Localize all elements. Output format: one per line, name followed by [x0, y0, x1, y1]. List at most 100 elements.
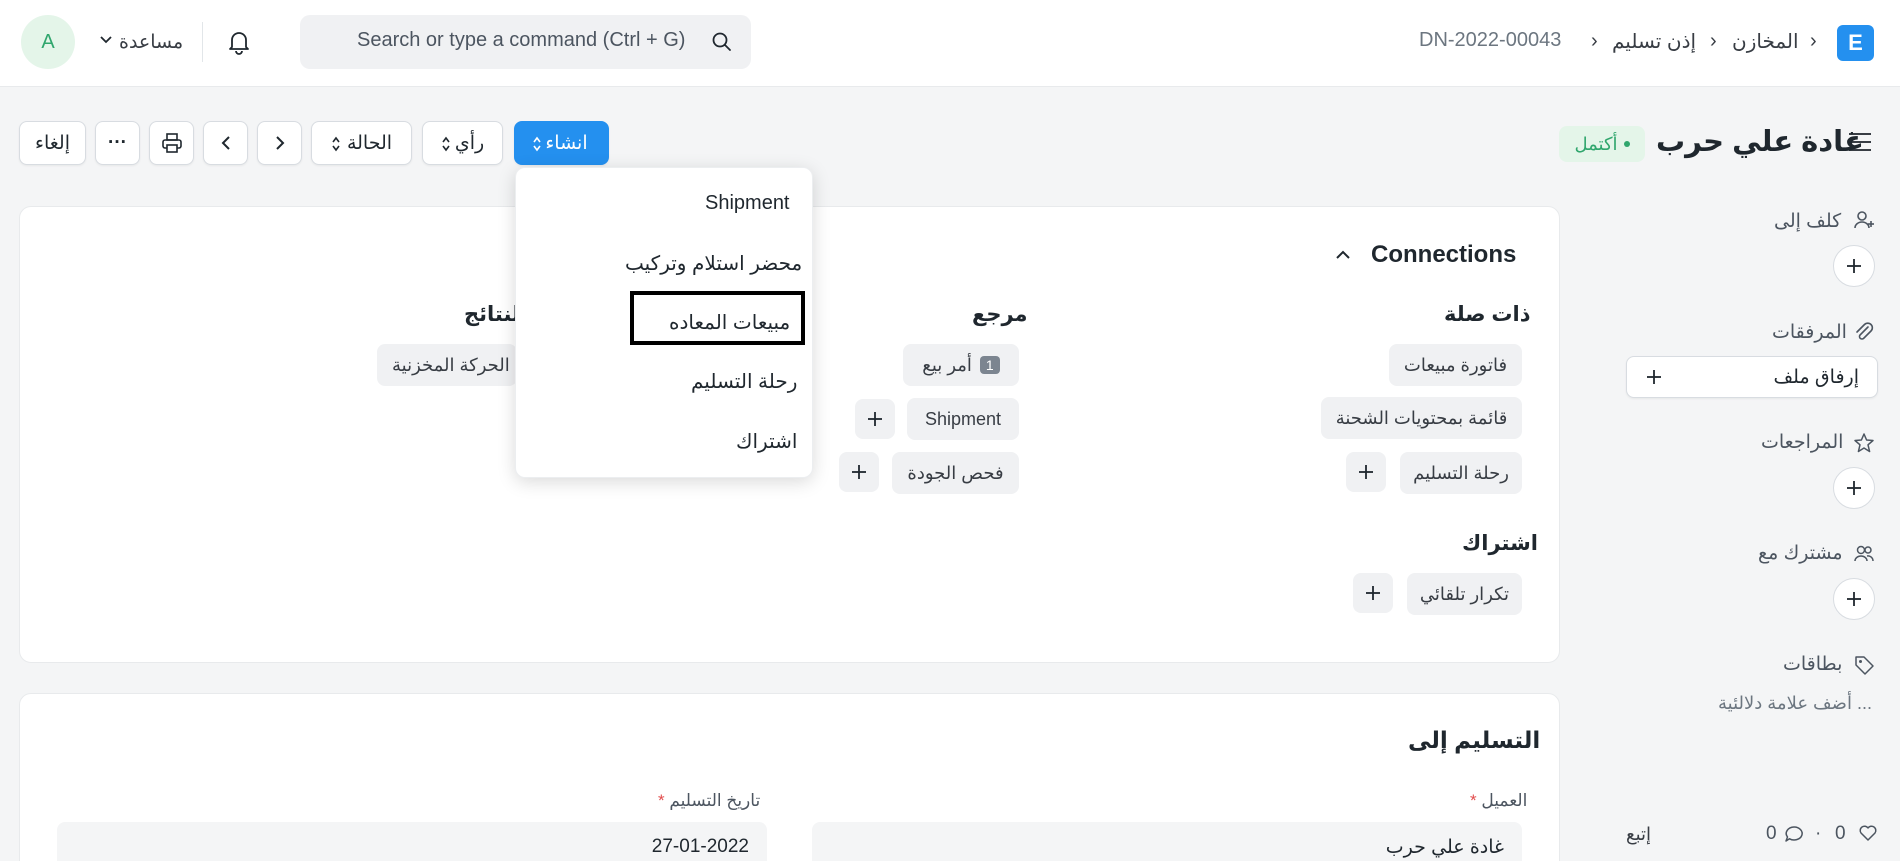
chevron-left-icon — [219, 134, 233, 152]
search-input[interactable]: Search or type a command (Ctrl + G) — [357, 29, 685, 52]
delivery-section-title: التسليم إلى — [1408, 727, 1541, 753]
customer-field-label: * العميل — [1470, 791, 1527, 811]
add-tag-input[interactable]: أضف علامة دلالئية ... — [1718, 693, 1872, 714]
paperclip-icon — [1853, 321, 1875, 343]
follow-link[interactable]: إتبع — [1626, 824, 1651, 845]
customer-field[interactable]: غادة علي حرب — [812, 822, 1522, 861]
printer-icon — [161, 132, 183, 154]
comments-count: 0 — [1766, 823, 1777, 844]
print-button[interactable] — [149, 121, 194, 165]
chevron-down-icon — [99, 33, 113, 47]
status-badge: أكتمل — [1559, 126, 1645, 162]
results-item-stock-entry[interactable]: الحركة المخزنية — [377, 344, 517, 386]
menu-item-sales-return[interactable]: مبيعات المعاده — [669, 310, 790, 335]
breadcrumb-item-current[interactable]: DN-2022-00043 — [1419, 29, 1561, 52]
subscription-group-title: اشتراك — [1462, 532, 1538, 555]
separator-dot: · — [1815, 823, 1822, 844]
reviews-label: المراجعات — [1761, 432, 1844, 453]
heart-icon[interactable] — [1858, 824, 1878, 842]
cancel-button-label: إلغاء — [35, 132, 70, 154]
add-review-button[interactable] — [1833, 467, 1875, 509]
reference-item-quality-inspection[interactable]: فحص الجودة — [892, 452, 1019, 494]
plus-icon — [1845, 479, 1863, 497]
chip-label: Shipment — [924, 408, 1002, 429]
menu-item-shipment[interactable]: Shipment — [705, 192, 790, 215]
cancel-button[interactable]: إلغاء — [19, 121, 86, 165]
create-button[interactable]: انشاء — [514, 121, 609, 165]
breadcrumb-separator-icon: › — [1591, 30, 1598, 52]
chip-label: تكرار تلقائي — [1419, 583, 1510, 604]
app-logo[interactable]: E — [1837, 25, 1874, 61]
plus-icon — [1845, 590, 1863, 608]
comment-icon[interactable] — [1784, 825, 1804, 843]
attach-file-button[interactable]: إرفاق ملف — [1626, 356, 1878, 398]
add-quality-inspection-button[interactable] — [839, 452, 879, 492]
navbar: E › المخازن › إذن تسليم › DN-2022-00043 … — [0, 0, 1900, 87]
add-auto-repeat-button[interactable] — [1353, 573, 1393, 613]
users-icon — [1853, 543, 1875, 565]
avatar[interactable]: A — [21, 15, 75, 69]
updown-chevron-icon — [331, 135, 341, 153]
chip-label: رحلة التسليم — [1413, 462, 1509, 483]
assign-to-label: كلف إلى — [1774, 211, 1842, 232]
related-item-packing-slip[interactable]: قائمة بمحتويات الشحنة — [1321, 397, 1522, 439]
customer-label-text: العميل — [1481, 791, 1528, 810]
status-button[interactable]: الحالة — [311, 121, 412, 165]
view-button[interactable]: رأي — [422, 121, 503, 165]
menu-item-delivery-trip[interactable]: رحلة التسليم — [691, 369, 797, 394]
likes-count: 0 — [1835, 823, 1846, 844]
subscription-item-auto-repeat[interactable]: تكرار تلقائي — [1407, 573, 1522, 615]
plus-icon — [1645, 368, 1663, 386]
attachments-label: المرفقات — [1772, 322, 1847, 343]
help-dropdown[interactable]: مساعدة — [119, 31, 183, 54]
search-icon — [711, 31, 733, 53]
updown-chevron-icon — [441, 135, 451, 153]
previous-record-button[interactable] — [203, 121, 248, 165]
chip-label: الحركة المخزنية — [392, 354, 510, 375]
breadcrumb-item-warehouses[interactable]: المخازن — [1732, 29, 1799, 54]
related-item-sales-invoice[interactable]: فاتورة مبيعات — [1389, 344, 1522, 386]
view-button-label: رأي — [454, 132, 485, 154]
create-button-label: انشاء — [545, 132, 588, 154]
status-badge-label: أكتمل — [1574, 133, 1618, 154]
more-icon: ··· — [108, 132, 127, 153]
more-actions-button[interactable]: ··· — [95, 121, 140, 165]
related-item-delivery-trip[interactable]: رحلة التسليم — [1400, 452, 1522, 494]
bell-icon[interactable] — [226, 28, 252, 56]
delivery-date-field-label: * تاريخ التسليم — [658, 791, 760, 811]
count-badge: 1 — [979, 356, 1000, 374]
related-group-title: ذات صلة — [1444, 303, 1531, 326]
plus-icon — [1357, 463, 1375, 481]
chevron-up-icon[interactable] — [1334, 246, 1352, 264]
plus-icon — [850, 463, 868, 481]
assign-to-button[interactable] — [1833, 245, 1875, 287]
breadcrumb-item-delivery-note[interactable]: إذن تسليم — [1612, 29, 1696, 54]
add-shipment-button[interactable] — [855, 399, 895, 439]
connections-title: Connections — [1371, 241, 1517, 268]
add-delivery-trip-button[interactable] — [1346, 452, 1386, 492]
status-button-label: الحالة — [346, 132, 393, 154]
required-mark: * — [658, 791, 665, 810]
chip-label: قائمة بمحتويات الشحنة — [1335, 407, 1508, 428]
add-user-icon — [1853, 209, 1875, 231]
delivery-date-field[interactable]: 27-01-2022 — [57, 822, 767, 861]
chip-label: فاتورة مبيعات — [1403, 354, 1508, 375]
menu-item-subscription[interactable]: اشتراك — [736, 429, 797, 454]
reference-group-title: مرجع — [972, 303, 1028, 326]
chip-label: أمر بيع — [922, 354, 972, 375]
next-record-button[interactable] — [257, 121, 302, 165]
menu-item-installation-note[interactable]: محضر استلام وتركيب — [625, 251, 802, 276]
reference-item-sales-order[interactable]: أمر بيع 1 — [903, 344, 1019, 386]
customer-value: غادة علي حرب — [1385, 836, 1504, 858]
share-button[interactable] — [1833, 578, 1875, 620]
chevron-right-icon — [273, 134, 287, 152]
required-mark: * — [1470, 791, 1477, 810]
breadcrumb-separator-icon: › — [1710, 30, 1717, 52]
shared-with-label: مشترك مع — [1758, 543, 1843, 564]
reference-item-shipment[interactable]: Shipment — [907, 398, 1019, 440]
plus-icon — [1845, 257, 1863, 275]
page-title: غادة علي حرب — [1656, 126, 1864, 158]
plus-icon — [1364, 584, 1382, 602]
delivery-date-value: 27-01-2022 — [651, 836, 749, 857]
chip-label: فحص الجودة — [907, 462, 1004, 483]
